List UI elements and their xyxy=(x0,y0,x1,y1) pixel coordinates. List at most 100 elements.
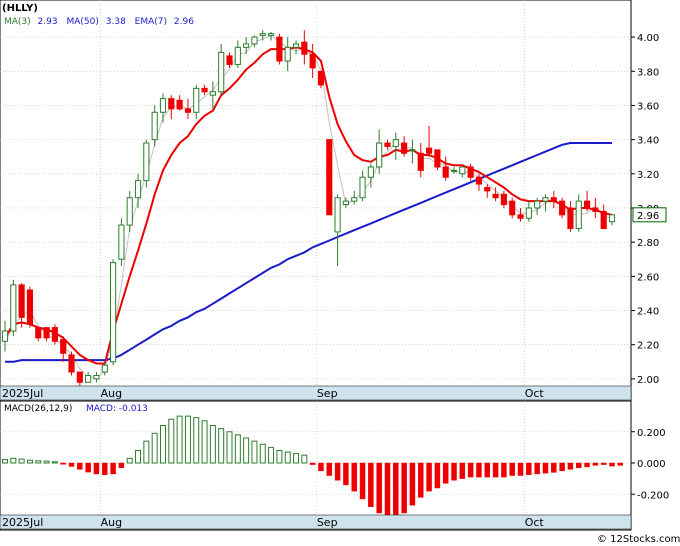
candle-body xyxy=(608,214,616,223)
candle-body xyxy=(334,197,341,233)
macd-bar xyxy=(467,462,474,478)
macd-bar xyxy=(251,440,258,464)
macd-bar xyxy=(102,462,108,475)
legend-ema7: EMA(7) xyxy=(135,17,167,27)
macd-bar xyxy=(276,450,283,464)
candle xyxy=(68,351,75,376)
price-tick-label: 3.80 xyxy=(637,67,659,78)
candle-body xyxy=(417,152,424,171)
macd-bar xyxy=(159,425,166,464)
macd-bar xyxy=(418,462,424,498)
candle-body xyxy=(509,200,516,216)
price-tick-label: 3.60 xyxy=(637,101,659,112)
legend-ma50-value: 3.38 xyxy=(106,17,126,27)
candle xyxy=(509,197,516,219)
macd-bar xyxy=(60,462,66,465)
macd-bar xyxy=(35,460,42,464)
macd-bar xyxy=(126,457,133,464)
candle xyxy=(110,259,117,366)
macd-bar xyxy=(301,454,308,464)
macd-bar xyxy=(135,450,142,464)
date-label: Sep xyxy=(317,387,338,400)
candle-body xyxy=(542,197,549,202)
macd-bar xyxy=(609,462,615,467)
candle-body xyxy=(226,55,233,65)
macd-tick-label: 0.000 xyxy=(637,459,666,470)
candle-body xyxy=(284,46,291,62)
macd-bar xyxy=(18,458,25,464)
macd-bar xyxy=(234,434,241,464)
candle-body xyxy=(10,284,17,332)
candle-body xyxy=(559,200,566,216)
price-tick-label: 3.20 xyxy=(637,170,659,181)
candle-body xyxy=(268,33,275,36)
price-tick-label: 2.00 xyxy=(637,375,659,386)
macd-bar xyxy=(184,415,191,464)
candle-body xyxy=(600,210,607,229)
macd-bar xyxy=(201,420,208,464)
macd-bar xyxy=(326,462,333,476)
ticker-label: (HLLY) xyxy=(2,3,38,14)
candle-body xyxy=(500,193,507,206)
macd-bar xyxy=(318,462,324,472)
macd-bar xyxy=(567,462,574,470)
macd-bar xyxy=(401,462,407,514)
macd-bar xyxy=(259,443,266,464)
candle xyxy=(26,286,34,328)
candle-body xyxy=(85,374,92,383)
macd-bar xyxy=(10,457,17,464)
macd-legend: MACD: -0.013 xyxy=(86,404,148,414)
date-label: Oct xyxy=(525,387,545,400)
candle-body xyxy=(110,262,117,363)
macd-bar xyxy=(334,462,341,481)
macd-bar xyxy=(526,462,532,475)
candle-body xyxy=(184,108,192,113)
candle-body xyxy=(201,87,208,93)
candle-body xyxy=(367,166,374,178)
candle-body xyxy=(575,200,582,229)
chart-root: 4.003.803.603.403.203.002.802.602.402.20… xyxy=(0,0,680,545)
candle-body xyxy=(218,51,225,93)
candle-body xyxy=(467,166,474,178)
macd-bar xyxy=(476,462,482,478)
macd-bar xyxy=(284,451,291,464)
candle-body xyxy=(251,36,258,45)
price-tick-label: 2.40 xyxy=(637,307,659,318)
macd-bar xyxy=(110,462,116,475)
candle-body xyxy=(459,166,466,175)
candle xyxy=(118,218,125,267)
macd-bar xyxy=(293,453,300,464)
legend-ma50: MA(50) xyxy=(66,17,98,27)
candle-body xyxy=(592,207,599,212)
macd-bar xyxy=(368,462,374,507)
candle xyxy=(434,149,441,171)
macd-bar xyxy=(77,462,83,470)
macd-value: -0.013 xyxy=(119,404,148,414)
candle-body xyxy=(18,284,25,318)
macd-bar xyxy=(509,462,515,476)
macd-bar xyxy=(193,417,200,464)
candle-body xyxy=(259,33,266,36)
legend-ma3: MA(3) xyxy=(4,17,31,27)
macd-bar xyxy=(68,462,75,467)
candle-body xyxy=(392,139,399,147)
macd-bar xyxy=(434,462,441,489)
candle-body xyxy=(68,354,75,373)
candle-body xyxy=(234,46,241,65)
macd-bar xyxy=(442,462,449,484)
candle xyxy=(51,324,58,345)
macd-bar xyxy=(218,428,225,464)
candle xyxy=(10,279,17,337)
macd-bar xyxy=(492,462,499,478)
date-label: Aug xyxy=(101,387,122,400)
price-tick-label: 2.80 xyxy=(637,238,659,249)
candle-body xyxy=(101,364,108,373)
date-label: 2025Jul xyxy=(2,516,43,529)
candle-body xyxy=(359,176,366,199)
macd-tick-label: -0.200 xyxy=(637,490,669,501)
macd-bar xyxy=(542,462,549,474)
macd-bar xyxy=(268,446,275,464)
candle-body xyxy=(317,70,325,86)
macd-bar xyxy=(559,462,565,472)
macd-bar xyxy=(575,462,582,468)
